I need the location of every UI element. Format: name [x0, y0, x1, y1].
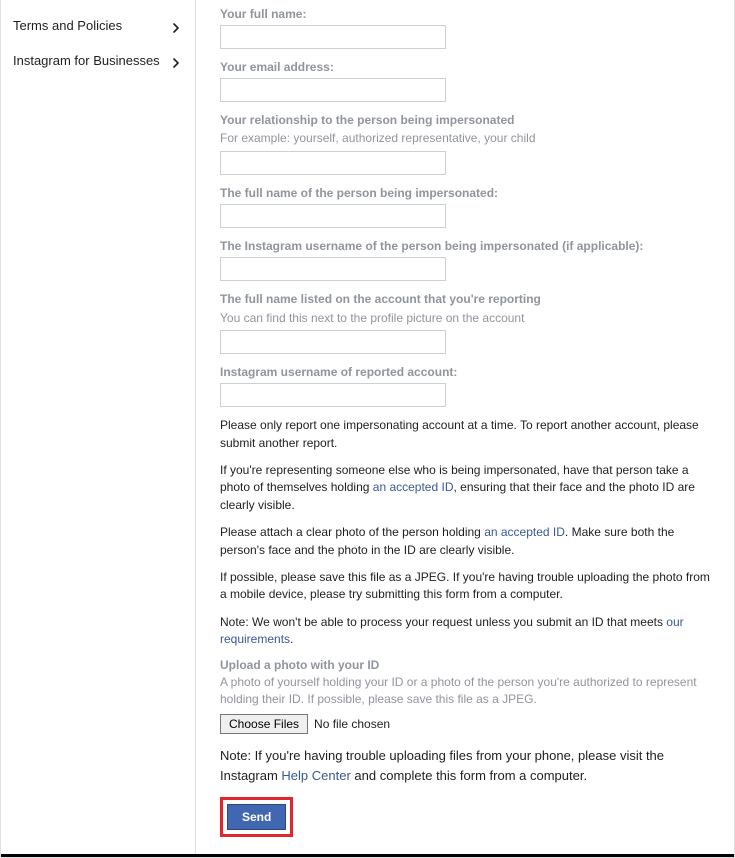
chevron-right-icon: [171, 56, 181, 66]
help-center-link[interactable]: Help Center: [281, 768, 350, 783]
field-relationship: Your relationship to the person being im…: [220, 112, 710, 176]
email-input[interactable]: [220, 78, 446, 102]
sidebar-item-terms-policies[interactable]: Terms and Policies: [1, 8, 195, 43]
reported-fullname-label: The full name listed on the account that…: [220, 291, 710, 308]
info-attach-photo: Please attach a clear photo of the perso…: [220, 524, 710, 559]
send-button[interactable]: Send: [227, 804, 286, 830]
reported-fullname-input[interactable]: [220, 330, 446, 354]
impersonated-name-label: The full name of the person being impers…: [220, 185, 710, 202]
field-reported-fullname: The full name listed on the account that…: [220, 291, 710, 355]
field-email: Your email address:: [220, 59, 710, 102]
reported-username-label: Instagram username of reported account:: [220, 364, 710, 381]
file-input-row: Choose Files No file chosen: [220, 714, 710, 734]
upload-label: Upload a photo with your ID: [220, 658, 710, 672]
bottom-border: [1, 854, 734, 857]
impersonated-username-label: The Instagram username of the person bei…: [220, 238, 710, 255]
info-jpeg: If possible, please save this file as a …: [220, 569, 710, 604]
sidebar: Terms and Policies Instagram for Busines…: [1, 0, 196, 857]
accepted-id-link-1[interactable]: an accepted ID: [373, 480, 454, 494]
field-impersonated-name: The full name of the person being impers…: [220, 185, 710, 228]
reported-username-input[interactable]: [220, 383, 446, 407]
impersonated-name-input[interactable]: [220, 204, 446, 228]
info-requirements: Note: We won't be able to process your r…: [220, 614, 710, 649]
field-reported-username: Instagram username of reported account:: [220, 364, 710, 407]
sidebar-item-label: Instagram for Businesses: [13, 53, 160, 68]
sidebar-item-instagram-businesses[interactable]: Instagram for Businesses: [1, 43, 195, 78]
field-impersonated-username: The Instagram username of the person bei…: [220, 238, 710, 281]
info-representing: If you're representing someone else who …: [220, 462, 710, 514]
impersonated-username-input[interactable]: [220, 257, 446, 281]
upload-hint: A photo of yourself holding your ID or a…: [220, 674, 710, 708]
relationship-hint: For example: yourself, authorized repres…: [220, 130, 710, 147]
accepted-id-link-2[interactable]: an accepted ID: [484, 525, 565, 539]
main-form: Your full name: Your email address: Your…: [196, 0, 734, 857]
chevron-right-icon: [171, 21, 181, 31]
note-help-center: Note: If you're having trouble uploading…: [220, 746, 710, 785]
full-name-label: Your full name:: [220, 6, 710, 23]
file-status-text: No file chosen: [314, 717, 390, 731]
full-name-input[interactable]: [220, 25, 446, 49]
field-full-name: Your full name:: [220, 6, 710, 49]
sidebar-item-label: Terms and Policies: [13, 18, 122, 33]
info-one-account: Please only report one impersonating acc…: [220, 417, 710, 452]
relationship-input[interactable]: [220, 151, 446, 175]
relationship-label: Your relationship to the person being im…: [220, 112, 710, 129]
choose-files-button[interactable]: Choose Files: [220, 714, 308, 734]
send-highlight-box: Send: [220, 797, 293, 837]
reported-fullname-hint: You can find this next to the profile pi…: [220, 310, 710, 327]
email-label: Your email address:: [220, 59, 710, 76]
field-upload: Upload a photo with your ID A photo of y…: [220, 658, 710, 734]
